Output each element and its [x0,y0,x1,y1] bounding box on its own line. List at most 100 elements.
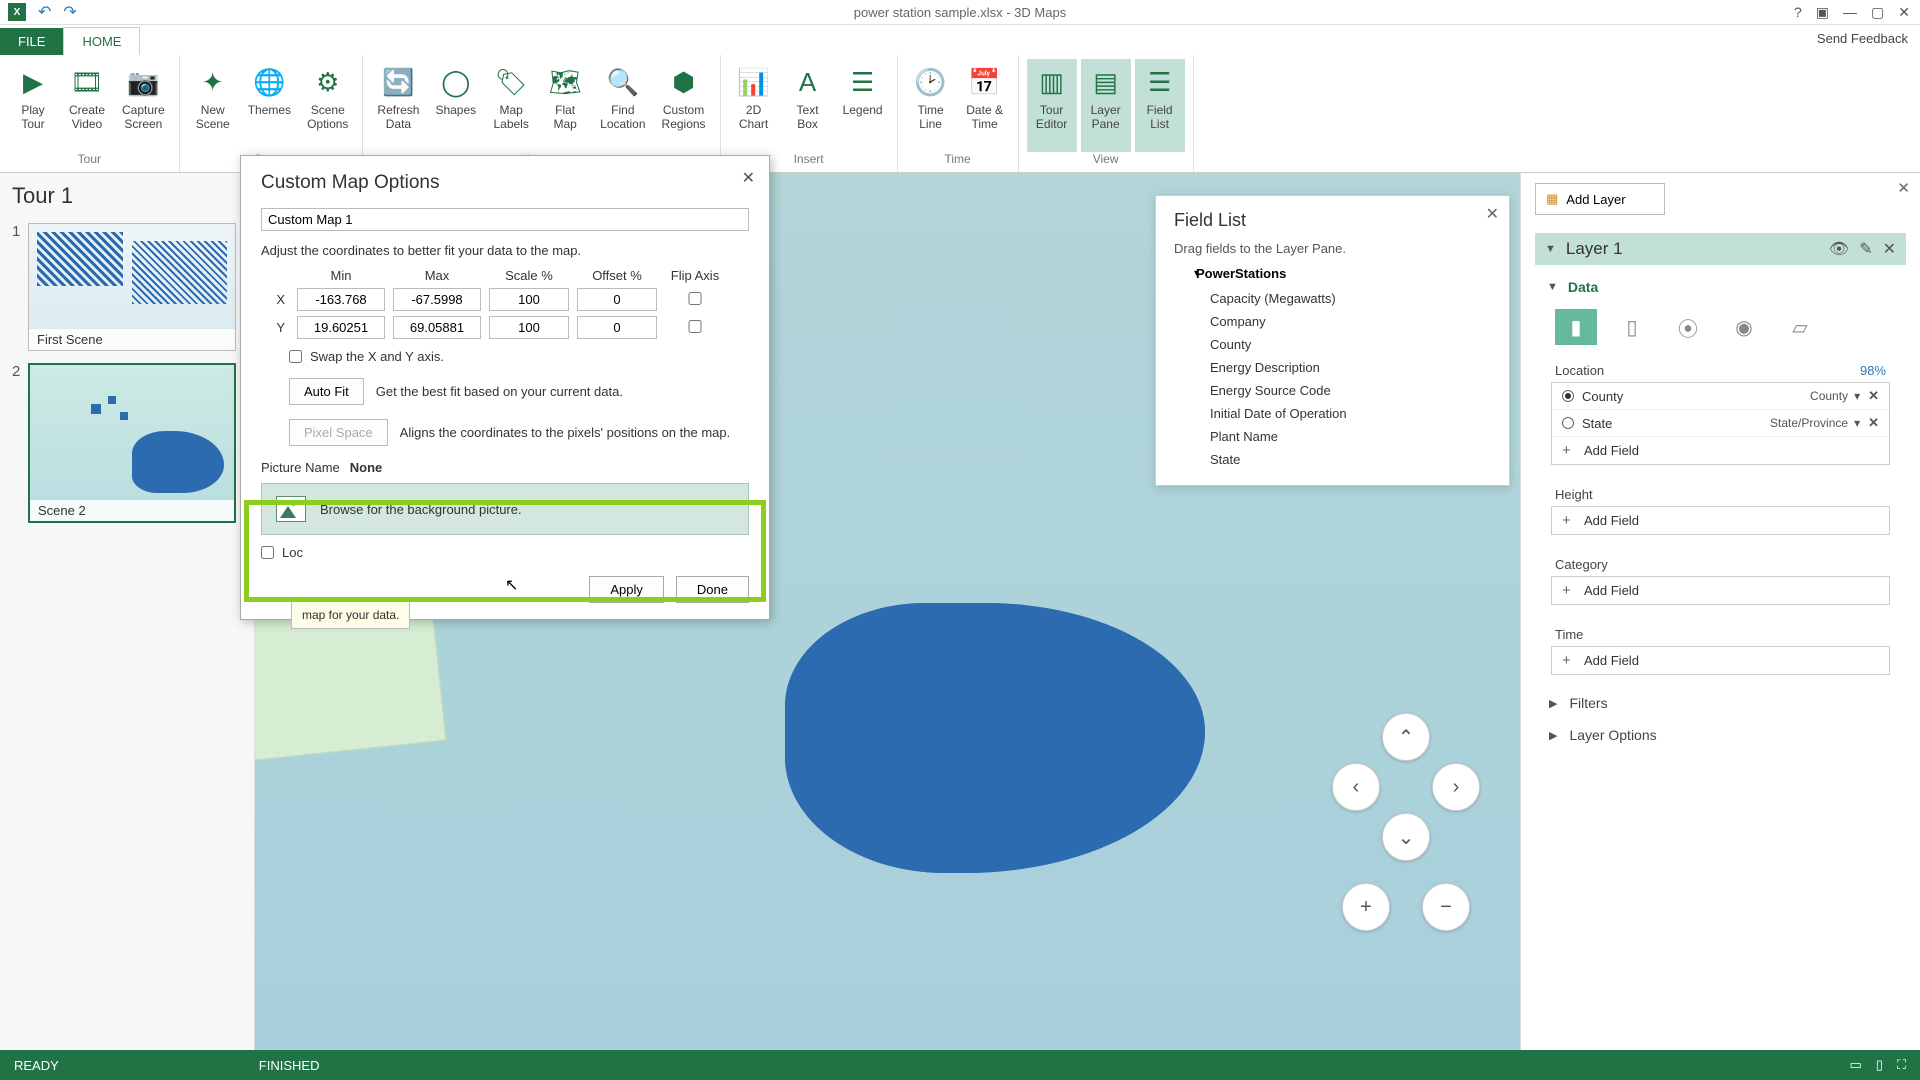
field-item[interactable]: County [1174,333,1491,356]
field-item[interactable]: Plant Name [1174,425,1491,448]
tilt-down-button[interactable]: ⌄ [1382,813,1430,861]
2d-chart-button[interactable]: 📊2D Chart [729,59,779,152]
y-min-input[interactable] [297,316,385,339]
add-field-row[interactable]: +Add Field [1552,577,1889,604]
scene-thumbnail[interactable]: First Scene [28,223,236,351]
find-location-button[interactable]: 🔍Find Location [594,59,651,152]
expand-icon[interactable]: ▾ [1194,268,1199,279]
legend-button[interactable]: ☰Legend [837,59,889,152]
view-normal-icon[interactable]: ▭ [1849,1057,1861,1073]
redo-icon[interactable]: ↷ [63,2,76,22]
remove-icon[interactable]: ✕ [1868,388,1879,404]
tour-editor-button[interactable]: ▥Tour Editor [1027,59,1077,152]
field-item[interactable]: Energy Description [1174,356,1491,379]
pan-right-button[interactable]: › [1432,763,1480,811]
shapes-button[interactable]: ◯Shapes [429,59,482,152]
radio-selected[interactable] [1562,390,1574,402]
location-confidence[interactable]: 98% [1860,363,1886,378]
home-tab[interactable]: HOME [63,27,140,55]
help-icon[interactable]: ? [1794,4,1802,21]
zoom-out-button[interactable]: − [1422,883,1470,931]
eye-icon[interactable]: 👁 [1829,239,1849,259]
add-field-row[interactable]: +Add Field [1552,647,1889,674]
new-scene-button[interactable]: ✦New Scene [188,59,238,152]
pencil-icon[interactable]: ✎ [1859,239,1872,259]
layer-pane-button[interactable]: ▤Layer Pane [1081,59,1131,152]
capture-screen-button[interactable]: 📷Capture Screen [116,59,171,152]
fullscreen-icon[interactable]: ▣ [1816,4,1829,21]
zoom-in-button[interactable]: + [1342,883,1390,931]
apply-button[interactable]: Apply [589,576,664,603]
field-item[interactable]: Initial Date of Operation [1174,402,1491,425]
delete-icon[interactable]: ✕ [1883,239,1896,259]
timeline-button[interactable]: 🕑Time Line [906,59,956,152]
location-row[interactable]: State State/Province ▾ ✕ [1552,410,1889,437]
view-wide-icon[interactable]: ▯ [1876,1057,1883,1073]
x-max-input[interactable] [393,288,481,311]
layer-header[interactable]: ▼ Layer 1 👁 ✎ ✕ [1535,233,1906,265]
y-scale-input[interactable] [489,316,569,339]
stacked-column-viz[interactable]: ▮ [1555,309,1597,345]
close-icon[interactable]: ✕ [1486,204,1499,224]
layer-options-section[interactable]: ▶ Layer Options [1535,719,1906,751]
flat-map-button[interactable]: 🗺Flat Map [540,59,590,152]
region-viz[interactable]: ▱ [1779,309,1821,345]
chevron-down-icon[interactable]: ▾ [1854,389,1860,403]
custom-regions-button[interactable]: ⬢Custom Regions [656,59,712,152]
tilt-up-button[interactable]: ⌃ [1382,713,1430,761]
map-name-input[interactable] [261,208,749,231]
clustered-column-viz[interactable]: ▯ [1611,309,1653,345]
scene-item[interactable]: 1 First Scene [12,223,242,351]
chevron-down-icon[interactable]: ▾ [1854,416,1860,430]
undo-icon[interactable]: ↶ [38,2,51,22]
create-video-button[interactable]: 🎞Create Video [62,59,112,152]
field-list-button[interactable]: ☰Field List [1135,59,1185,152]
datetime-button[interactable]: 📅Date & Time [960,59,1010,152]
add-layer-button[interactable]: ▦ Add Layer [1535,183,1665,215]
field-item[interactable]: Energy Source Code [1174,379,1491,402]
close-icon[interactable]: ✕ [742,168,755,188]
data-section-header[interactable]: ▼ Data [1535,273,1906,301]
field-item[interactable]: Company [1174,310,1491,333]
play-tour-button[interactable]: ▶Play Tour [8,59,58,152]
scene-thumbnail[interactable]: Scene 2 [28,363,236,523]
minimize-icon[interactable]: — [1843,4,1857,21]
scene-item[interactable]: 2 Scene 2 [12,363,242,523]
y-max-input[interactable] [393,316,481,339]
done-button[interactable]: Done [676,576,749,603]
x-min-input[interactable] [297,288,385,311]
scene-options-button[interactable]: ⚙Scene Options [301,59,354,152]
refresh-data-button[interactable]: 🔄Refresh Data [371,59,425,152]
x-offset-input[interactable] [577,288,657,311]
close-icon[interactable]: ✕ [1898,4,1910,21]
lock-aspect-checkbox[interactable] [261,546,274,559]
restore-icon[interactable]: ▢ [1871,4,1884,21]
swap-axis-checkbox[interactable] [289,350,302,363]
pan-left-button[interactable]: ‹ [1332,763,1380,811]
bubble-viz[interactable]: ⦿ [1667,309,1709,345]
x-flip-checkbox[interactable] [665,292,725,305]
auto-fit-button[interactable]: Auto Fit [289,378,364,405]
chevron-down-icon[interactable]: ▼ [1545,243,1556,255]
close-icon[interactable]: ✕ [1897,179,1910,197]
y-flip-checkbox[interactable] [665,320,725,333]
map-labels-button[interactable]: 🏷Map Labels [486,59,536,152]
field-item[interactable]: State [1174,448,1491,471]
browse-picture-button[interactable]: Browse for the background picture. [261,483,749,535]
remove-icon[interactable]: ✕ [1868,415,1879,431]
filters-section[interactable]: ▶ Filters [1535,687,1906,719]
radio-unselected[interactable] [1562,417,1574,429]
add-field-row[interactable]: + Add Field [1552,437,1889,464]
table-name[interactable]: PowerStations [1196,266,1491,281]
x-scale-input[interactable] [489,288,569,311]
field-item[interactable]: Capacity (Megawatts) [1174,287,1491,310]
send-feedback-link[interactable]: Send Feedback [1817,31,1908,46]
add-field-row[interactable]: +Add Field [1552,507,1889,534]
view-full-icon[interactable]: ⛶ [1897,1057,1906,1073]
heatmap-viz[interactable]: ◉ [1723,309,1765,345]
y-offset-input[interactable] [577,316,657,339]
file-tab[interactable]: FILE [0,28,63,55]
themes-button[interactable]: 🌐Themes [242,59,297,152]
text-box-button[interactable]: AText Box [783,59,833,152]
location-row[interactable]: County County ▾ ✕ [1552,383,1889,410]
